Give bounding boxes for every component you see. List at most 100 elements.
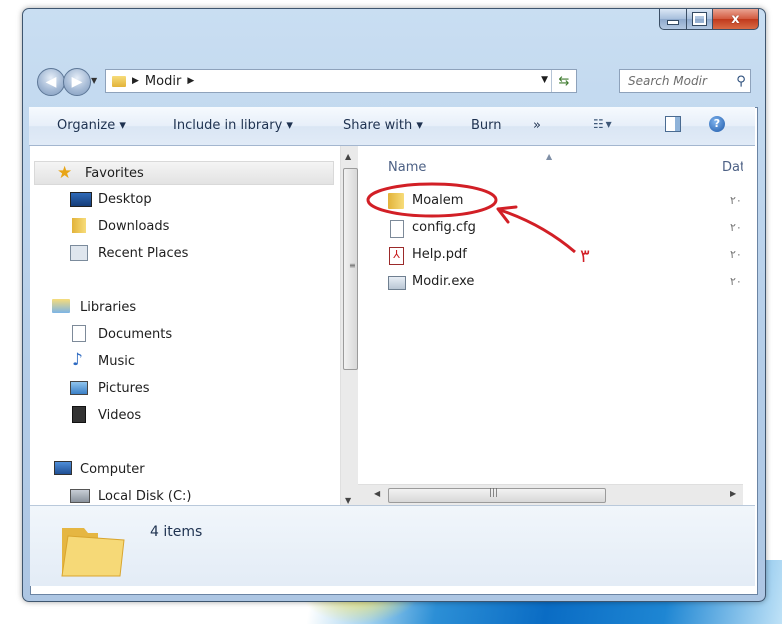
- nav-scrollbar[interactable]: ▲ ≡ ▼: [340, 146, 359, 510]
- include-in-library-button[interactable]: Include in library ▾: [173, 118, 293, 133]
- scroll-down-arrow-icon[interactable]: ▼: [345, 496, 351, 505]
- help-icon: ?: [709, 116, 725, 132]
- star-icon: ★: [57, 163, 73, 183]
- videos-icon: [72, 406, 86, 423]
- scroll-left-arrow-icon[interactable]: ◀: [374, 489, 380, 498]
- more-commands-button[interactable]: »: [533, 118, 541, 133]
- breadcrumb-modir[interactable]: Modir: [145, 74, 181, 89]
- chevron-right-icon[interactable]: ▶: [132, 76, 139, 86]
- large-folder-icon: [61, 528, 125, 577]
- nav-item-local-disk[interactable]: Local Disk (C:): [30, 485, 360, 507]
- nav-item-pictures[interactable]: Pictures: [30, 377, 360, 399]
- burn-button[interactable]: Burn: [471, 118, 502, 133]
- close-icon: x: [731, 11, 740, 27]
- scrollbar-thumb[interactable]: ≡: [343, 168, 358, 370]
- nav-item-recent-places[interactable]: Recent Places: [30, 242, 360, 264]
- drive-icon: [70, 489, 90, 503]
- forward-arrow-icon: ▶: [71, 74, 83, 90]
- nav-label: Libraries: [80, 299, 137, 315]
- folder-icon: [112, 75, 126, 87]
- file-name: config.cfg: [412, 220, 476, 235]
- nav-label: Documents: [98, 326, 173, 342]
- file-list: ▲ Name Date Moalem ۲۰۱۵ config.cfg ۲۰۱۵ …: [358, 146, 743, 490]
- recent-pages-dropdown[interactable]: ▼: [91, 76, 97, 85]
- nav-label: Local Disk (C:): [98, 488, 192, 504]
- nav-item-downloads[interactable]: Downloads: [30, 215, 360, 237]
- help-button[interactable]: ?: [709, 116, 725, 132]
- exe-file-icon: [388, 276, 406, 290]
- file-date: ۲۰۱۵: [730, 248, 743, 261]
- file-name: Modir.exe: [412, 274, 475, 289]
- nav-item-favorites[interactable]: ★ Favorites: [34, 161, 334, 185]
- file-name: Moalem: [412, 193, 464, 208]
- file-row-config[interactable]: config.cfg ۲۰۱۵: [368, 217, 743, 239]
- search-icon[interactable]: ⚲: [732, 74, 750, 89]
- refresh-button[interactable]: ⇆: [551, 70, 576, 92]
- nav-label: Computer: [80, 461, 145, 477]
- nav-item-desktop[interactable]: Desktop: [30, 188, 360, 210]
- file-list-scrollbar[interactable]: ◀ ||| ▶: [358, 484, 743, 505]
- grip-icon: ≡: [349, 261, 356, 270]
- column-header-name[interactable]: Name: [388, 160, 426, 175]
- scrollbar-thumb[interactable]: |||: [388, 488, 606, 503]
- nav-label: Recent Places: [98, 245, 189, 261]
- search-input[interactable]: Search Modir: [628, 74, 732, 88]
- preview-pane-icon: [665, 116, 681, 132]
- navigation-pane: ★ Favorites Desktop Downloads Recent Pla…: [30, 146, 360, 510]
- libraries-icon: [52, 299, 70, 313]
- close-button[interactable]: x: [713, 9, 759, 30]
- folder-icon: [388, 193, 404, 209]
- nav-item-libraries[interactable]: Libraries: [30, 296, 360, 318]
- sort-ascending-icon: ▲: [546, 152, 553, 161]
- file-date: ۲۰۱۵: [730, 194, 743, 207]
- minimize-icon: [667, 19, 679, 25]
- column-header-date[interactable]: Date: [722, 160, 743, 175]
- downloads-folder-icon: [72, 218, 86, 233]
- file-row-help[interactable]: ⅄ Help.pdf ۲۰۱۵: [368, 244, 743, 266]
- maximize-button[interactable]: [687, 9, 713, 30]
- computer-icon: [54, 461, 72, 475]
- forward-button[interactable]: ▶: [63, 68, 91, 96]
- change-view-icon[interactable]: ☷ ▾: [593, 117, 612, 131]
- organize-button[interactable]: Organize ▾: [57, 118, 126, 133]
- maximize-icon: [692, 12, 707, 26]
- nav-label: Desktop: [98, 191, 152, 207]
- file-date: ۲۰۱۵: [730, 221, 743, 234]
- nav-item-computer[interactable]: Computer: [30, 458, 360, 480]
- nav-item-videos[interactable]: Videos: [30, 404, 360, 426]
- file-name: Help.pdf: [412, 247, 467, 262]
- share-with-button[interactable]: Share with ▾: [343, 118, 423, 133]
- address-bar[interactable]: ▶ Modir ▶ ▼ ⇆: [105, 69, 577, 93]
- command-bar: Organize ▾ Include in library ▾ Share wi…: [29, 107, 755, 146]
- scroll-up-arrow-icon[interactable]: ▲: [345, 152, 351, 161]
- chevron-right-icon[interactable]: ▶: [187, 76, 194, 86]
- nav-label: Favorites: [85, 165, 144, 181]
- pictures-icon: [70, 381, 88, 395]
- details-pane: 4 items: [30, 505, 755, 586]
- preview-pane-button[interactable]: [665, 116, 681, 132]
- file-row-modir-exe[interactable]: Modir.exe ۲۰۱۵: [368, 271, 743, 293]
- back-arrow-icon: ◀: [45, 74, 57, 90]
- file-row-moalem[interactable]: Moalem ۲۰۱۵: [368, 190, 743, 212]
- nav-label: Music: [98, 353, 135, 369]
- music-icon: ♪: [72, 350, 83, 370]
- desktop-icon: [70, 192, 92, 207]
- minimize-button[interactable]: [659, 9, 687, 30]
- back-button[interactable]: ◀: [37, 68, 65, 96]
- address-row: ◀ ▶ ▼ ▶ Modir ▶ ▼ ⇆ Search Modir ⚲: [33, 66, 755, 98]
- scroll-right-arrow-icon[interactable]: ▶: [730, 489, 736, 498]
- caption-buttons: x: [659, 9, 759, 30]
- config-file-icon: [390, 220, 404, 238]
- nav-item-documents[interactable]: Documents: [30, 323, 360, 345]
- refresh-icon: ⇆: [558, 73, 570, 89]
- nav-label: Videos: [98, 407, 142, 423]
- address-dropdown[interactable]: ▼: [541, 75, 548, 85]
- pdf-file-icon: ⅄: [389, 247, 404, 265]
- nav-label: Pictures: [98, 380, 150, 396]
- item-count: 4 items: [150, 524, 203, 540]
- nav-item-music[interactable]: ♪ Music: [30, 350, 360, 372]
- nav-label: Downloads: [98, 218, 170, 234]
- search-box[interactable]: Search Modir ⚲: [619, 69, 751, 93]
- recent-places-icon: [70, 245, 88, 261]
- file-date: ۲۰۱۵: [730, 275, 743, 288]
